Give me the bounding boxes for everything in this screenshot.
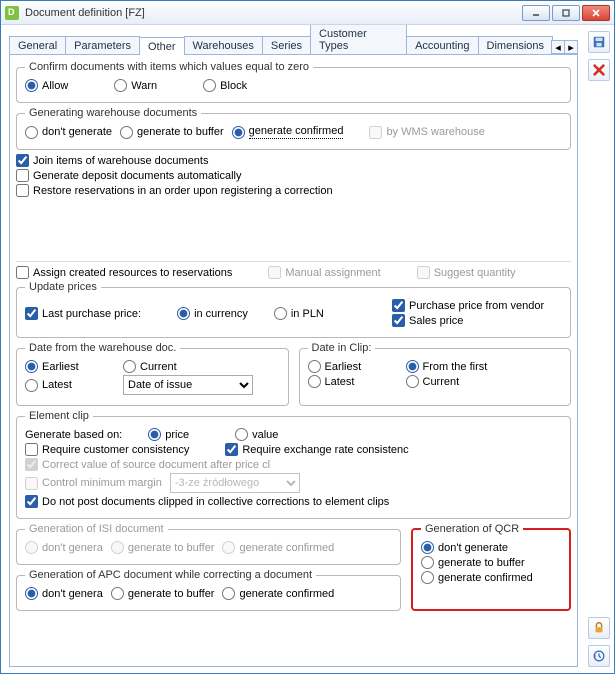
tab-other[interactable]: Other [139,37,185,55]
check-vendor-price[interactable]: Purchase price from vendor [392,299,544,312]
history-icon [592,649,606,663]
label-generate-based-on: Generate based on: [25,429,122,441]
group-gen-apc: Generation of APC document while correct… [16,569,401,611]
check-dont-post[interactable]: Do not post documents clipped in collect… [25,495,389,508]
radio-warn[interactable]: Warn [114,79,157,92]
radio-in-pln[interactable]: in PLN [274,307,324,320]
check-correct-value: Correct value of source document after p… [25,458,270,471]
tab-accounting[interactable]: Accounting [406,36,478,54]
group-date-warehouse: Date from the warehouse doc. Earliest Cu… [16,342,289,406]
group-legend: Date from the warehouse doc. [25,342,180,354]
check-req-customer[interactable]: Require customer consistency [25,443,189,456]
group-legend: Update prices [25,281,101,293]
group-gen-qcr: Generation of QCR don't generate generat… [411,523,571,611]
save-button[interactable] [588,31,610,53]
group-gen-isi: Generation of ISI document don't genera … [16,523,401,565]
radio-qcr-confirmed[interactable]: generate confirmed [421,571,533,584]
check-control-margin: Control minimum margin [25,477,162,490]
tabs-scroll-left[interactable]: ◂ [551,40,565,54]
check-manual-assignment: Manual assignment [268,266,380,279]
radio-earliest[interactable]: Earliest [25,360,115,373]
check-by-wms: by WMS warehouse [369,126,484,139]
radio-apc-dont[interactable]: don't genera [25,587,103,600]
maximize-button[interactable] [552,5,580,21]
select-date-of-issue[interactable]: Date of issue [123,375,253,395]
group-legend: Confirm documents with items which value… [25,61,313,73]
radio-gen-buffer[interactable]: generate to buffer [120,126,224,139]
tab-dimensions[interactable]: Dimensions [478,36,553,54]
group-legend: Generation of ISI document [25,523,168,535]
radio-apc-buffer[interactable]: generate to buffer [111,587,215,600]
radio-clip-current[interactable]: Current [406,375,460,388]
radio-latest[interactable]: Latest [25,379,115,392]
group-update-prices: Update prices Last purchase price: in cu… [16,281,571,338]
radio-clip-latest[interactable]: Latest [308,375,398,388]
minimize-button[interactable] [522,5,550,21]
tab-series[interactable]: Series [262,36,311,54]
radio-value[interactable]: value [235,428,278,441]
radio-price[interactable]: price [148,428,189,441]
floppy-icon [592,35,606,49]
app-icon [5,6,19,20]
check-restore-res[interactable]: Restore reservations in an order upon re… [16,184,333,197]
check-join-items[interactable]: Join items of warehouse documents [16,154,208,167]
x-icon [592,63,606,77]
window-title: Document definition [FZ] [25,7,522,19]
select-margin: -3-ze źródłowego [170,473,300,493]
close-button[interactable] [582,5,610,21]
titlebar: Document definition [FZ] [1,1,614,25]
radio-isi-dont: don't genera [25,541,103,554]
delete-button[interactable] [588,59,610,81]
radio-current[interactable]: Current [123,360,177,373]
check-assign-resources[interactable]: Assign created resources to reservations [16,266,232,279]
radio-isi-buffer: generate to buffer [111,541,215,554]
tab-warehouses[interactable]: Warehouses [184,36,263,54]
radio-in-currency[interactable]: in currency [177,307,248,320]
tab-strip: General Parameters Other Warehouses Seri… [9,33,578,55]
group-legend: Generation of APC document while correct… [25,569,316,581]
group-confirm-zero: Confirm documents with items which value… [16,61,571,103]
tab-parameters[interactable]: Parameters [65,36,140,54]
radio-gen-confirmed[interactable]: generate confirmed [232,125,344,139]
radio-apc-confirmed[interactable]: generate confirmed [222,587,334,600]
radio-isi-confirmed: generate confirmed [222,541,334,554]
radio-dont-generate[interactable]: don't generate [25,126,112,139]
check-deposit[interactable]: Generate deposit documents automatically [16,169,242,182]
check-sales-price[interactable]: Sales price [392,314,463,327]
lock-button[interactable] [588,617,610,639]
group-element-clip: Element clip Generate based on: price va… [16,410,571,519]
radio-qcr-dont[interactable]: don't generate [421,541,508,554]
radio-clip-earliest[interactable]: Earliest [308,360,398,373]
tabs-scroll-right[interactable]: ▸ [564,40,578,54]
radio-block[interactable]: Block [203,79,247,92]
radio-clip-first[interactable]: From the first [406,360,488,373]
lock-icon [592,621,606,635]
check-last-purchase[interactable]: Last purchase price: [25,307,141,320]
check-req-exchange[interactable]: Require exchange rate consistenc [225,443,408,456]
group-legend: Generating warehouse documents [25,107,201,119]
radio-allow[interactable]: Allow [25,79,68,92]
tab-customer-types[interactable]: Customer Types [310,25,407,54]
history-button[interactable] [588,645,610,667]
check-suggest-quantity: Suggest quantity [417,266,516,279]
tab-general[interactable]: General [9,36,66,54]
group-date-clip: Date in Clip: Earliest From the first La… [299,342,572,406]
group-gen-warehouse: Generating warehouse documents don't gen… [16,107,571,150]
radio-qcr-buffer[interactable]: generate to buffer [421,556,525,569]
group-legend: Element clip [25,410,93,422]
group-legend: Date in Clip: [308,342,376,354]
group-legend: Generation of QCR [421,523,523,535]
